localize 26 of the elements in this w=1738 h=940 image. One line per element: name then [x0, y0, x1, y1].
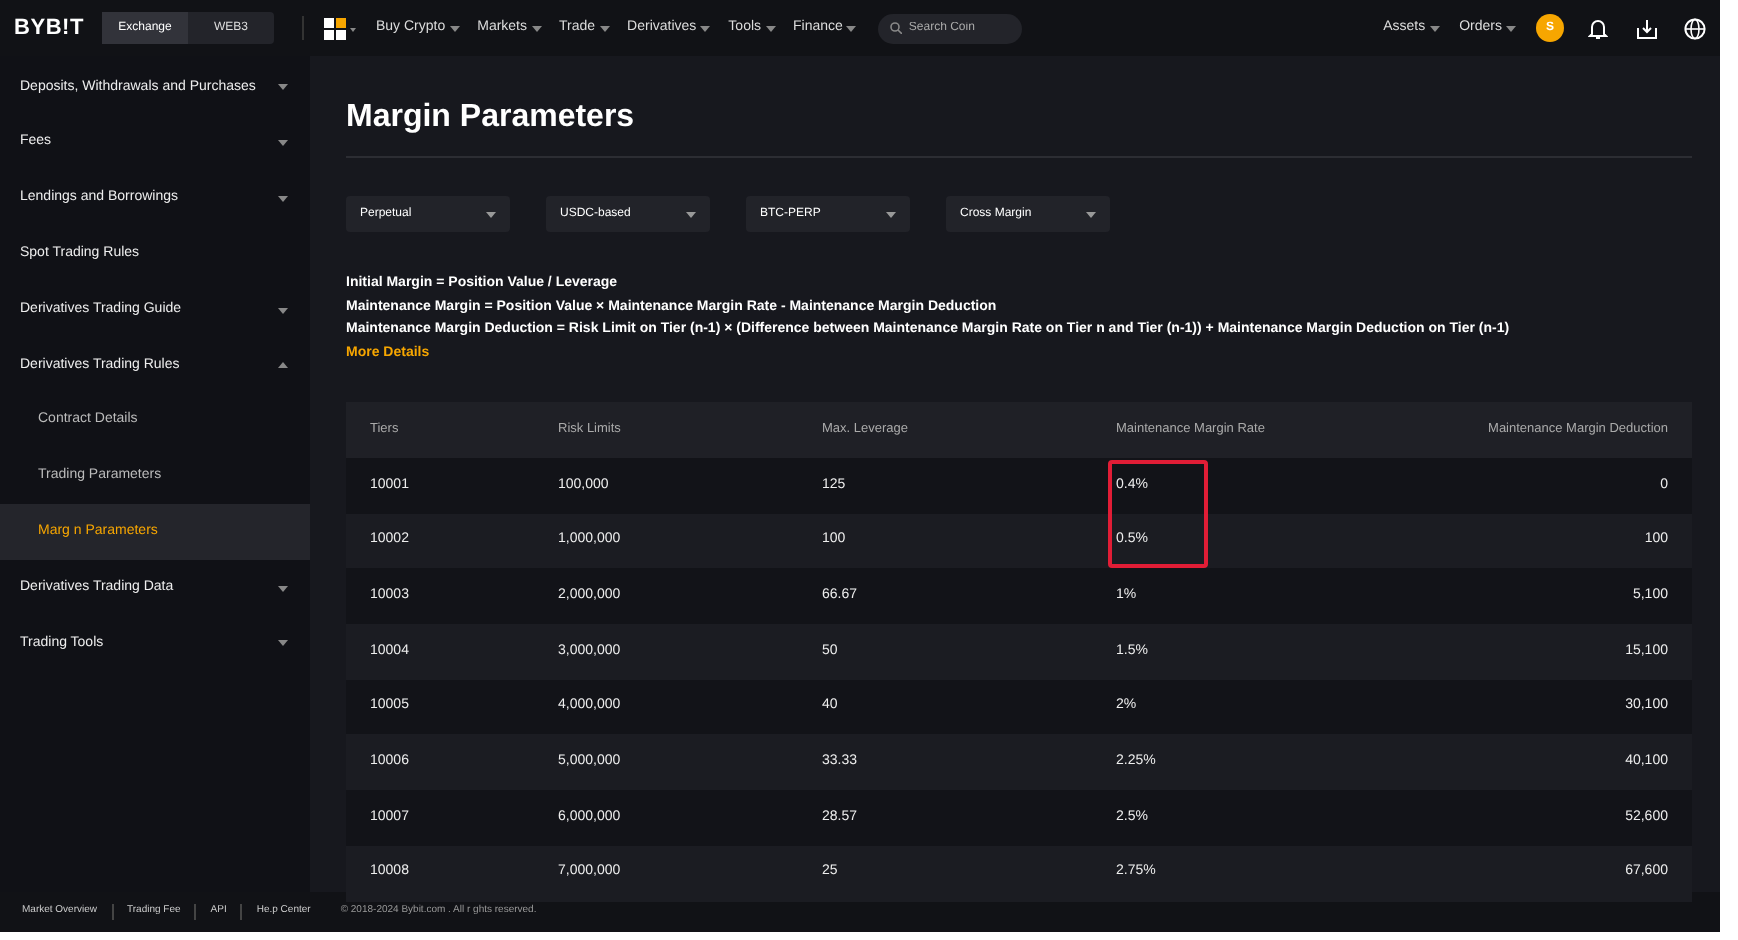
caret-icon[interactable]: [1429, 25, 1440, 31]
caret-icon[interactable]: [886, 211, 896, 217]
globe-icon[interactable]: [1684, 17, 1706, 39]
caret-icon[interactable]: [1506, 25, 1516, 31]
download-icon[interactable]: [1636, 17, 1658, 39]
search-icon[interactable]: [890, 22, 903, 34]
caret-icon[interactable]: [765, 25, 776, 31]
chevron-up-icon[interactable]: [278, 362, 288, 369]
chevron-down-icon[interactable]: [278, 195, 288, 202]
chevron-down-icon[interactable]: [278, 307, 288, 314]
caret-icon[interactable]: [1086, 211, 1096, 217]
chevron-down-icon[interactable]: [278, 585, 288, 592]
caret-icon[interactable]: [599, 25, 610, 31]
chevron-down-icon[interactable]: [278, 140, 288, 147]
page-title: Margin Parameters: [346, 56, 1692, 158]
apps-grid-icon[interactable]: [323, 17, 356, 39]
caret-icon[interactable]: [531, 25, 542, 31]
bell-icon[interactable]: [1588, 17, 1608, 39]
caret-icon[interactable]: [449, 25, 460, 31]
bybit-logo[interactable]: BYB!T: [14, 11, 84, 45]
caret-icon[interactable]: [846, 25, 857, 31]
chevron-down-icon[interactable]: [278, 640, 288, 647]
chevron-down-icon[interactable]: [278, 84, 288, 91]
caret-icon[interactable]: [486, 211, 496, 217]
caret-icon[interactable]: [700, 25, 711, 31]
caret-icon[interactable]: [686, 211, 696, 217]
